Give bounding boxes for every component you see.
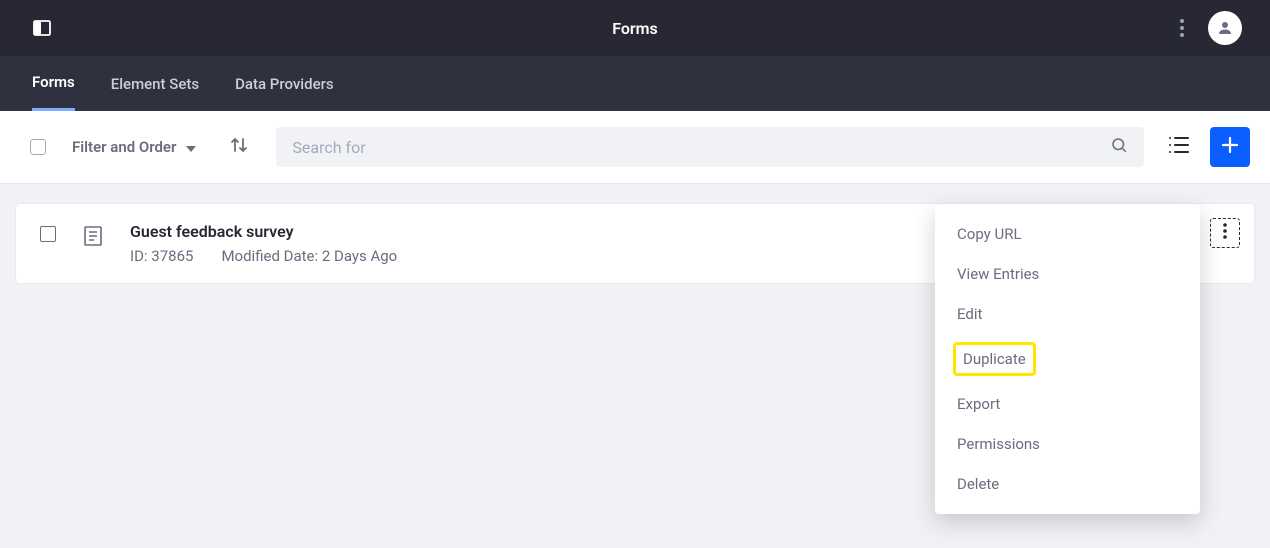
menu-item-export[interactable]: Export — [935, 384, 1200, 424]
form-icon — [84, 226, 102, 250]
filter-order-label: Filter and Order — [72, 138, 176, 156]
row-actions-button[interactable] — [1210, 218, 1240, 248]
menu-item-edit[interactable]: Edit — [935, 294, 1200, 334]
page-title: Forms — [612, 19, 658, 38]
menu-item-delete[interactable]: Delete — [935, 464, 1200, 504]
app-header: Forms — [0, 0, 1270, 56]
row-modified: Modified Date: 2 Days Ago — [221, 247, 397, 265]
display-style-icon[interactable] — [1168, 136, 1190, 158]
panel-toggle-icon[interactable] — [32, 18, 52, 38]
tab-forms[interactable]: Forms — [32, 56, 75, 111]
menu-item-permissions[interactable]: Permissions — [935, 424, 1200, 464]
row-id: ID: 37865 — [130, 247, 193, 265]
search-input[interactable] — [292, 138, 1110, 157]
menu-item-copy-url[interactable]: Copy URL — [935, 214, 1200, 254]
menu-item-view-entries[interactable]: View Entries — [935, 254, 1200, 294]
sort-direction-icon[interactable] — [230, 136, 248, 158]
row-meta: ID: 37865 Modified Date: 2 Days Ago — [130, 247, 397, 265]
user-avatar[interactable] — [1208, 11, 1242, 45]
tab-element-sets[interactable]: Element Sets — [111, 56, 199, 111]
caret-down-icon — [186, 138, 196, 156]
header-options-icon[interactable] — [1180, 19, 1184, 37]
tab-data-providers[interactable]: Data Providers — [235, 56, 334, 111]
search-icon[interactable] — [1110, 136, 1128, 158]
row-body: Guest feedback survey ID: 37865 Modified… — [130, 222, 397, 265]
actions-dropdown-menu: Copy URL View Entries Edit Duplicate Exp… — [935, 204, 1200, 514]
nav-tabs: Forms Element Sets Data Providers — [0, 56, 1270, 111]
row-checkbox[interactable] — [40, 226, 56, 242]
search-field — [276, 127, 1144, 167]
add-button[interactable] — [1210, 127, 1250, 167]
ellipsis-v-icon — [1223, 223, 1227, 243]
management-toolbar: Filter and Order — [0, 111, 1270, 184]
filter-order-button[interactable]: Filter and Order — [72, 138, 196, 156]
plus-icon — [1221, 136, 1239, 158]
content-area: Guest feedback survey ID: 37865 Modified… — [0, 184, 1270, 303]
row-title[interactable]: Guest feedback survey — [130, 222, 397, 241]
select-all-checkbox[interactable] — [30, 139, 46, 155]
menu-item-duplicate[interactable]: Duplicate — [953, 342, 1036, 376]
